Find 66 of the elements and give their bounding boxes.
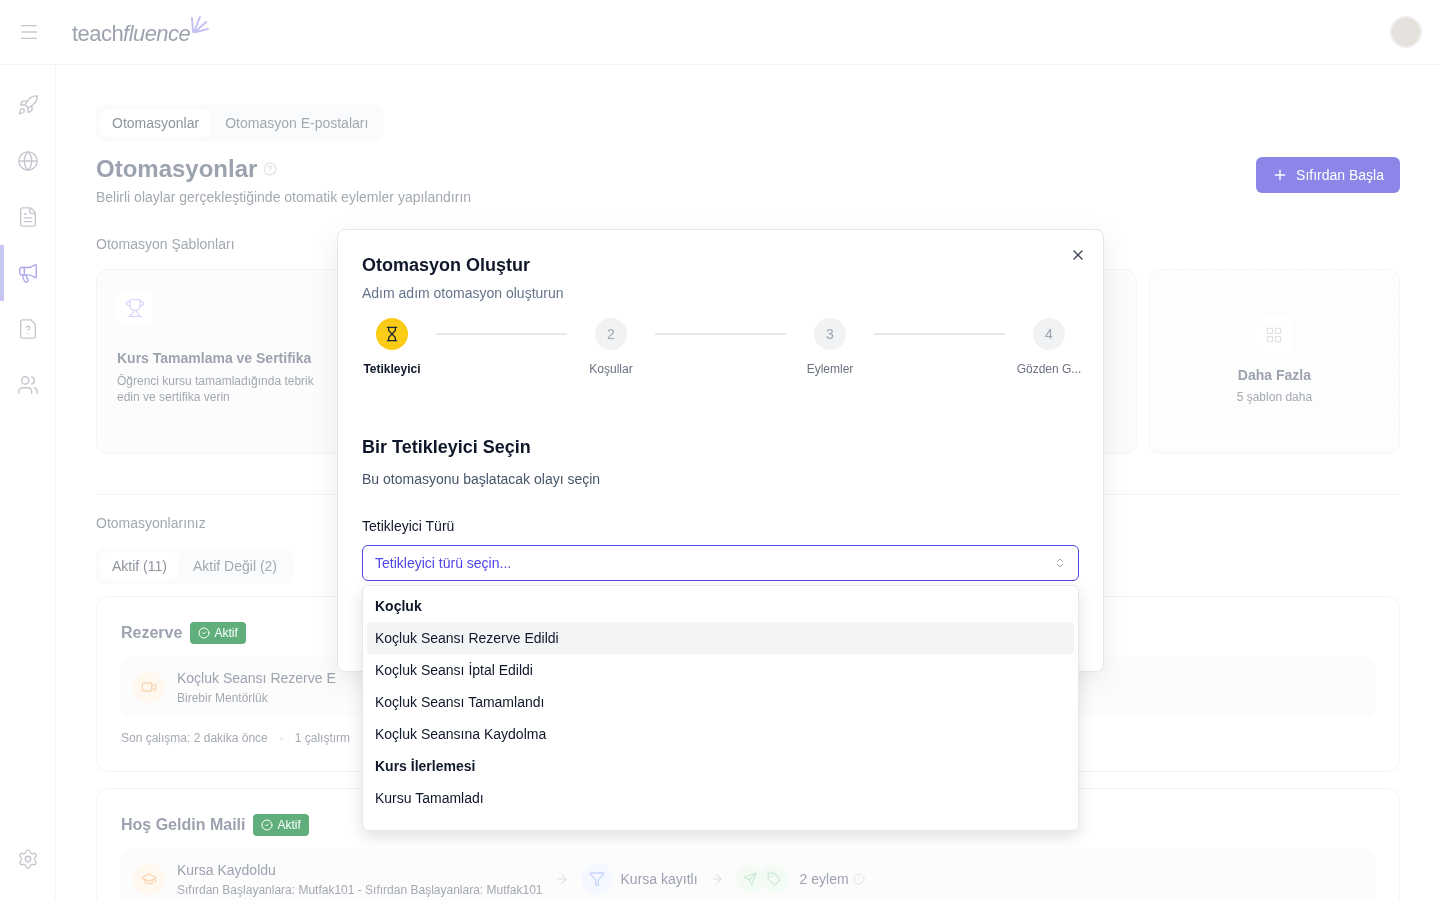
step-indicator: 2 [595,318,627,350]
step-indicator: 4 [1033,318,1065,350]
trophy-icon [125,298,145,318]
page-subtitle: Belirli olaylar gerçekleştiğinde otomatik eylemler yapılandırın [96,188,472,207]
step-label: Gözden G... [1016,361,1082,378]
burst-icon [190,14,211,34]
trigger-title: Kursa Kaydoldu [177,860,276,880]
tab[interactable]: Aktif (11) [100,552,179,580]
section-heading: Otomasyon Şablonları [96,235,235,254]
trigger-subtitle: Sıfırdan Başlayanlara: Mutfak101 - Sıfırdan Başlayanlara: Mutfak101 [177,881,543,899]
section-heading: Otomasyonlarınız [96,514,206,533]
actions-count: 2 eylem [799,869,849,889]
grid-icon [1265,326,1284,344]
step-label: Eylemler [806,361,854,378]
status-badge: Aktif [190,622,246,644]
globe-icon [16,150,39,172]
help-icon[interactable] [263,162,278,176]
option-group-label: Koçluk [374,596,423,616]
tag-icon [766,872,781,886]
step-indicator: 3 [814,318,846,350]
chevron-icon [1054,557,1066,569]
trigger-subtitle: Birebir Mentörlük [177,689,268,707]
template-title: Kurs Tamamlama ve Sertifika [117,349,312,368]
arrow-icon [709,872,724,886]
settings-icon[interactable] [16,848,39,870]
tab[interactable]: Otomasyonlar [100,109,212,137]
dialog-subtitle: Adım adım otomasyon oluşturun [362,284,565,303]
more-title: Daha Fazla [1237,366,1311,385]
step-label: Tetikleyici [363,361,421,378]
automation-name: Hoş Geldin Maili [121,815,246,835]
more-templates-card[interactable]: Daha Fazla 5 şablon daha [1148,269,1400,454]
trigger-title: Koçluk Seansı Rezerve E [177,668,336,688]
dropdown-option[interactable]: Koçluk Seansı İptal Edildi [367,654,1074,686]
dialog-title: Otomasyon Oluştur [362,254,532,277]
check-icon [261,819,274,831]
check-icon [198,627,211,639]
avatar[interactable] [1390,16,1422,48]
field-label: Tetikleyici Türü [362,517,456,536]
tab[interactable]: Otomasyon E-postaları [213,109,381,137]
dropdown-option[interactable]: Koçluk Seansına Kaydolma [367,718,1074,750]
users-icon [16,374,39,396]
tab[interactable]: Aktif Değil (2) [181,552,289,580]
trigger-type-select[interactable]: Tetikleyici türü seçin... [362,545,1079,581]
more-subtitle: 5 şablon daha [1236,389,1313,406]
option-group-label: Kurs İlerlemesi [374,756,477,776]
logo[interactable]: teachfluence [72,14,211,50]
run-info: 1 çalıştırm [294,730,351,747]
send-icon [742,872,757,886]
graduation-cap-icon [141,871,157,887]
section-title: Bir Tetikleyici Seçin [362,436,532,459]
condition-label: Kursa kayıtlı [620,869,698,889]
rocket-icon [16,94,39,116]
hourglass-icon [384,326,400,342]
page-title: Otomasyonlar [96,154,258,184]
video-icon [141,679,157,695]
start-from-scratch-button[interactable]: Sıfırdan Başla [1256,157,1400,193]
template-description: Öğrenci kursu tamamladığında tebrik edin ve sertifika verin [117,373,315,405]
dropdown-option[interactable]: Koçluk Seansı Tamamlandı [367,686,1074,718]
run-info: Son çalışma: 2 dakika önce [121,730,268,747]
megaphone-icon [16,262,39,284]
automation-name: Rezerve [121,623,183,643]
step-label: Koşullar [589,361,633,378]
status-badge: Aktif [253,814,309,836]
dropdown-option[interactable]: Koçluk Seansı Rezerve Edildi [367,622,1074,654]
section-subtitle: Bu otomasyonu başlatacak olayı seçin [362,470,602,489]
funnel-icon [588,871,605,887]
